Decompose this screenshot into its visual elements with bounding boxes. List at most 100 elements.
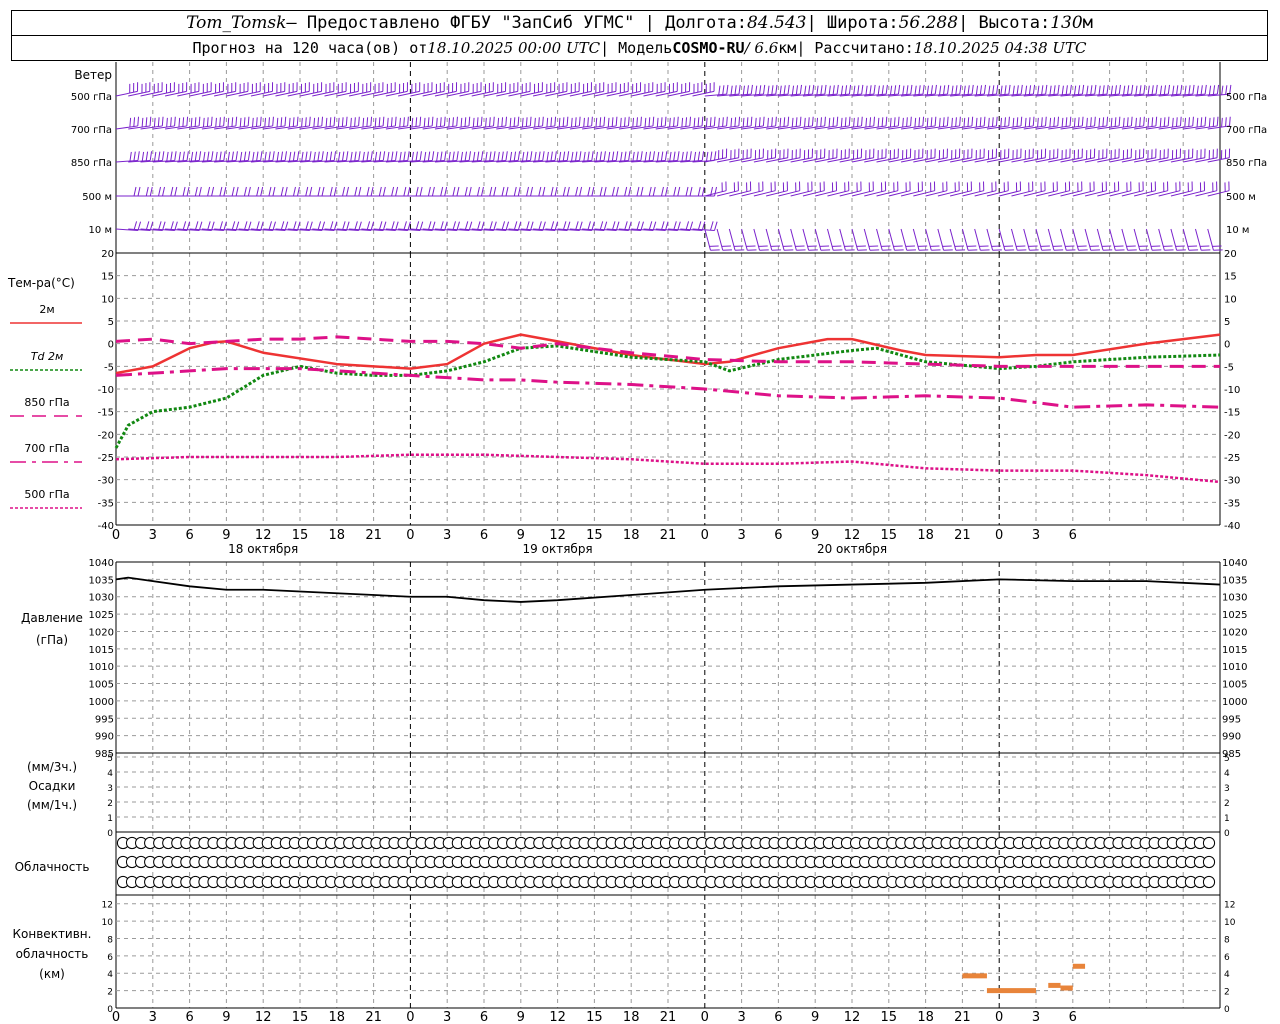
wind-barb-shaft (1109, 228, 1116, 251)
wind-barb-flag (1204, 84, 1207, 95)
wind-barb-flag (313, 83, 315, 94)
wind-barb-flag (341, 117, 344, 127)
wind-barb-flag (902, 85, 905, 95)
wind-barb (668, 186, 693, 197)
wind-barb-shaft (1158, 157, 1181, 163)
hour-tick-label: 3 (1032, 528, 1040, 543)
wind-barb-flag (587, 117, 589, 127)
wind-barb-shaft (385, 90, 408, 97)
wind-barb-flag (288, 151, 292, 162)
wind-barb-flag (779, 85, 782, 95)
wind-barb-flag (873, 148, 875, 158)
wind-barb-flag (1196, 117, 1199, 128)
pres-ytick: 990 (95, 732, 114, 743)
wind-barb-flag (1078, 249, 1088, 251)
hour-tick-label-bottom: 9 (811, 1010, 819, 1024)
wind-barb-flag (436, 151, 439, 162)
wind-barb-flag (954, 182, 956, 192)
wind-barb-flag (1163, 245, 1173, 247)
wind-level-label: 850 гПа (71, 158, 112, 169)
wind-barb-shaft (1146, 190, 1168, 197)
wind-barb-flag (349, 83, 352, 94)
wind-barb-shaft (925, 228, 932, 251)
wind-barb-flag (774, 181, 776, 191)
wind-barb-flag (733, 182, 736, 192)
wind-barb-flag (346, 186, 350, 197)
wind-barb-shaft (312, 90, 334, 97)
wind-barb-flag (427, 186, 431, 197)
wind-barb-shaft (582, 90, 604, 97)
wind-barb-flag (857, 117, 859, 127)
wind-barb-flag (750, 116, 753, 126)
wind-barb-flag (149, 116, 152, 126)
conv-cloud-bar (1048, 982, 1061, 988)
wind-barb-flag (615, 151, 619, 161)
wind-barb-flag (709, 151, 713, 161)
wind-barb-flag (178, 117, 181, 128)
wind-barb (226, 186, 251, 197)
wind-barb-flag (1049, 117, 1052, 128)
wind-barb-flag (325, 151, 329, 162)
wind-barb-shaft (1084, 190, 1107, 197)
wind-barb-flag (620, 117, 622, 128)
wind-barb-flag (129, 83, 131, 94)
wind-barb-flag (857, 85, 860, 95)
wind-barb-flag (329, 151, 333, 161)
wind-barb-flag (799, 148, 801, 158)
wind-barb-flag (1069, 84, 1072, 95)
wind-barb-flag (276, 117, 279, 128)
pres-ytick-right: 1010 (1222, 662, 1247, 673)
wind-barb-flag (145, 186, 149, 197)
conv-ytick-right: 8 (1224, 935, 1230, 945)
wind-barb-flag (951, 117, 953, 128)
wind-barb-flag (873, 84, 876, 95)
wind-barb-shaft (1158, 190, 1181, 197)
wind-barb-flag (1098, 85, 1101, 95)
wind-barb-flag (542, 151, 545, 161)
cloud-label: Облачность (15, 860, 90, 874)
wind-barb-flag (938, 150, 941, 160)
wind-barb-flag (235, 151, 238, 161)
wind-barb-flag (333, 116, 336, 126)
wind-barb-flag (374, 151, 378, 162)
wind-barb-flag (296, 82, 298, 92)
wind-barb-flag (252, 151, 255, 162)
wind-barb-flag (444, 186, 448, 197)
meteogram-chart: 0033669912121515181821210033669912121515… (7, 62, 1267, 1024)
wind-barb-flag (296, 151, 300, 161)
wind-barb-flag (170, 151, 173, 161)
wind-barb-shaft (447, 90, 469, 97)
wind-barb-flag (1179, 181, 1181, 191)
wind-barb-flag (305, 151, 308, 161)
wind-barb-flag (1142, 181, 1144, 191)
wind-barb-flag (1201, 249, 1211, 251)
wind-barb (165, 186, 190, 197)
wind-barb-shaft (263, 90, 285, 97)
wind-barb-flag (362, 83, 364, 94)
wind-barb-flag (333, 151, 337, 161)
wind-barb (459, 186, 484, 197)
wind-barb-shaft (778, 157, 801, 163)
wind-barb-flag (885, 84, 888, 95)
day-label: 18 октября (228, 542, 298, 556)
wind-barb-flag (578, 116, 581, 126)
wind-barb-flag (983, 84, 987, 95)
wind-barb-shaft (876, 228, 883, 251)
wind-barb-flag (905, 149, 908, 159)
wind-barb-flag (784, 249, 794, 251)
wind-barb-flag (1093, 181, 1095, 191)
wind-barb-flag (529, 116, 532, 126)
wind-barb-flag (889, 85, 893, 95)
wind-barb-flag (223, 151, 226, 161)
wind-barb-flag (1126, 182, 1128, 192)
wind-barb-flag (697, 117, 700, 127)
wind-barb-flag (1090, 117, 1092, 127)
wind-barb-flag (1105, 181, 1107, 191)
wind-barb (275, 186, 300, 197)
wind-barb-shaft (594, 90, 617, 97)
wind-barb-flag (1212, 85, 1216, 95)
wind-barb-flag (848, 116, 851, 126)
wind-barb-flag (771, 117, 773, 127)
wind-barb-flag (317, 151, 320, 161)
wind-barb-flag (575, 151, 578, 161)
